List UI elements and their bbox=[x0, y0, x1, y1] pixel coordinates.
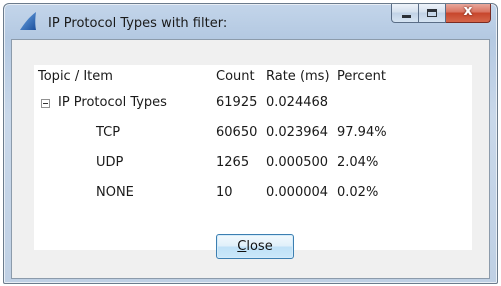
column-header-rate[interactable]: Rate (ms) bbox=[266, 69, 330, 84]
tree-row-rate: 0.000500 bbox=[266, 155, 329, 170]
close-window-button[interactable]: x bbox=[446, 3, 491, 23]
tree-row-count: 1265 bbox=[216, 155, 250, 170]
minus-box-icon[interactable] bbox=[41, 99, 50, 108]
column-header-count[interactable]: Count bbox=[216, 69, 255, 84]
minimize-icon bbox=[402, 15, 411, 18]
tree-row-rate: 0.024468 bbox=[266, 95, 329, 110]
close-button-label: Close bbox=[237, 239, 273, 254]
maximize-icon bbox=[427, 9, 437, 17]
column-header-topic[interactable]: Topic / Item bbox=[38, 69, 113, 84]
tree-row-percent: 97.94% bbox=[337, 125, 387, 140]
tree-row-count: 60650 bbox=[216, 125, 258, 140]
wireshark-fin-icon bbox=[20, 12, 36, 30]
minimize-button[interactable] bbox=[391, 4, 419, 23]
column-header-percent[interactable]: Percent bbox=[337, 69, 386, 84]
tree-row-count: 10 bbox=[216, 185, 233, 200]
dialog-window: IP Protocol Types with filter: x Topic /… bbox=[3, 3, 498, 284]
tree-row-count: 61925 bbox=[216, 95, 258, 110]
tree-row-rate: 0.000004 bbox=[266, 185, 329, 200]
close-icon: x bbox=[463, 3, 473, 19]
tree-row-rate: 0.023964 bbox=[266, 125, 329, 140]
tree-row-topic[interactable]: TCP bbox=[96, 125, 120, 140]
caption-buttons: x bbox=[391, 3, 491, 24]
close-button[interactable]: Close bbox=[216, 234, 294, 259]
tree-row-topic[interactable]: UDP bbox=[96, 155, 123, 170]
tree-row-topic[interactable]: IP Protocol Types bbox=[58, 95, 167, 110]
window-title: IP Protocol Types with filter: bbox=[48, 16, 228, 31]
tree-row-percent: 0.02% bbox=[337, 185, 379, 200]
statistics-tree[interactable]: Topic / Item Count Rate (ms) Percent IP … bbox=[34, 65, 472, 250]
tree-row-percent: 2.04% bbox=[337, 155, 379, 170]
tree-row-topic[interactable]: NONE bbox=[96, 185, 134, 200]
maximize-button[interactable] bbox=[419, 4, 446, 23]
title-bar[interactable]: IP Protocol Types with filter: x bbox=[4, 3, 497, 40]
